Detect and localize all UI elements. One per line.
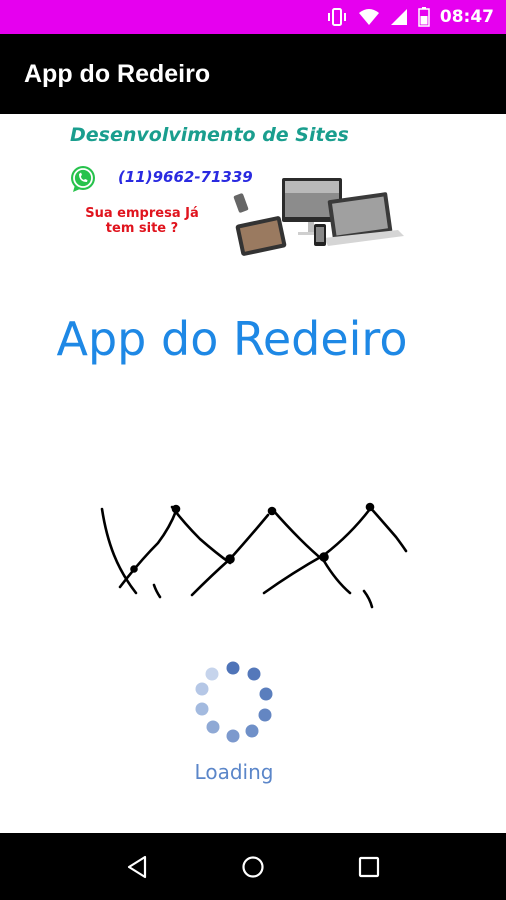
whatsapp-icon (68, 164, 98, 199)
banner-promo-line1: Sua empresa Já (85, 206, 199, 221)
battery-icon (418, 7, 430, 27)
banner-headline: Desenvolvimento de Sites (70, 124, 349, 146)
banner-promo: Sua empresa Já tem site ? (72, 206, 212, 236)
ad-banner[interactable]: Desenvolvimento de Sites (11)9662-71339 … (8, 118, 408, 260)
back-icon[interactable] (126, 855, 148, 879)
signal-icon (390, 8, 408, 26)
page-heading: App do Redeiro (56, 312, 408, 366)
loading-label: Loading (194, 760, 274, 784)
recents-icon[interactable] (358, 856, 380, 878)
app-title: App do Redeiro (24, 59, 211, 88)
home-icon[interactable] (241, 855, 265, 879)
status-bar: 08:47 (0, 0, 506, 34)
status-time: 08:47 (439, 7, 494, 27)
banner-promo-line2: tem site ? (105, 221, 179, 236)
loading-spinner-icon (193, 660, 273, 751)
wifi-icon (358, 8, 380, 26)
net-illustration (100, 495, 410, 615)
nav-bar (0, 833, 506, 900)
vibrate-icon (326, 7, 348, 27)
devices-illustration (230, 176, 406, 265)
app-bar: App do Redeiro (0, 34, 506, 114)
